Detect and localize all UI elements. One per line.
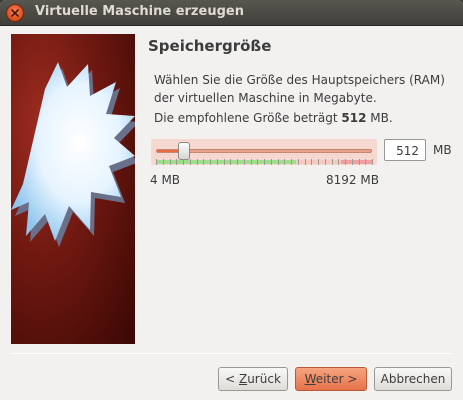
slider-tick: [338, 159, 340, 165]
slider-max-label: 8192 MB: [326, 173, 379, 187]
back-label: urück: [247, 372, 281, 386]
window-title: Virtuelle Maschine erzeugen: [35, 4, 244, 19]
slider-tick: [223, 159, 225, 165]
slider-tick: [270, 159, 272, 165]
slider-handle[interactable]: [178, 142, 191, 160]
slider-tick: [345, 159, 346, 165]
slider-min-label: 4 MB: [150, 173, 181, 187]
recommendation-prefix: Die empfohlene Größe beträgt: [154, 111, 338, 125]
slider-tick: [156, 159, 157, 165]
back-button[interactable]: < Zurück: [218, 367, 288, 391]
slider-tick: [230, 159, 232, 165]
slider-tick: [203, 159, 205, 165]
slider-tick: [318, 159, 319, 165]
slider-tick: [210, 159, 211, 165]
slider-ticks: [156, 159, 373, 165]
slider-tick: [365, 159, 367, 165]
slider-tick: [162, 159, 164, 165]
recommendation-text: Die empfohlene Größe beträgt 512 MB.: [154, 111, 393, 125]
slider-tick: [277, 159, 279, 165]
slider-tick: [189, 159, 191, 165]
next-button[interactable]: Weiter >: [295, 367, 367, 391]
back-prefix: <: [225, 372, 239, 386]
title-bar: Virtuelle Maschine erzeugen: [0, 0, 463, 26]
slider-tick: [372, 159, 373, 165]
slider-tick: [216, 159, 218, 165]
slider-tick: [358, 159, 360, 165]
slider-tick: [331, 159, 333, 165]
slider-tick: [257, 159, 259, 165]
slider-tick: [284, 159, 286, 165]
slider-tick: [250, 159, 252, 165]
slider-tick: [297, 159, 299, 165]
slider-tick: [304, 159, 306, 165]
recommendation-value: 512: [341, 111, 367, 125]
slider-tick: [237, 159, 238, 165]
page-title: Speichergröße: [148, 37, 272, 55]
close-icon: [11, 9, 19, 17]
slider-tick: [243, 159, 245, 165]
memory-unit: MB: [433, 143, 452, 157]
description-text: Wählen Sie die Größe des Hauptspeichers …: [154, 73, 445, 105]
slider-tick: [351, 159, 353, 165]
back-mnemonic: Z: [238, 372, 248, 386]
wizard-side-image: [11, 34, 135, 344]
slider-tick: [176, 159, 178, 165]
starburst-illustration: [11, 62, 135, 247]
slider-tick: [183, 159, 184, 165]
next-label: eiter >: [315, 372, 358, 386]
close-button[interactable]: [6, 4, 24, 22]
slider-tick: [291, 159, 292, 165]
next-mnemonic: W: [304, 372, 316, 386]
slider-tick: [311, 159, 313, 165]
memory-input[interactable]: 512: [384, 139, 426, 161]
slider-tick: [324, 159, 326, 165]
slider-tick: [196, 159, 198, 165]
slider-tick: [169, 159, 171, 165]
button-separator: [11, 353, 452, 354]
cancel-button[interactable]: Abbrechen: [374, 367, 452, 391]
recommendation-suffix: MB.: [370, 111, 393, 125]
slider-tick: [264, 159, 265, 165]
wizard-window: Virtuelle Maschine erzeugen Speichergröß…: [0, 0, 463, 400]
